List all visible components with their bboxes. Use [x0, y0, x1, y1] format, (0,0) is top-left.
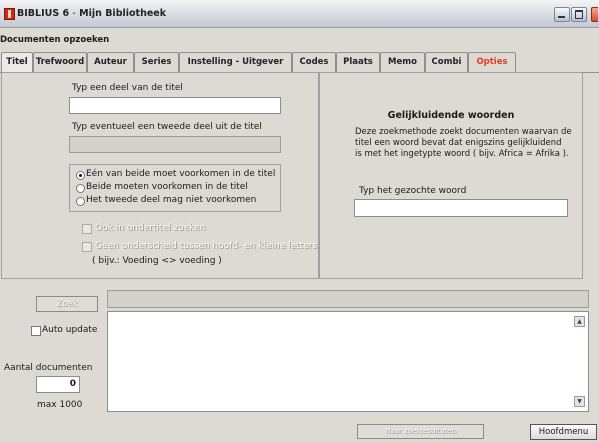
document-count-label: Aantal documenten: [4, 363, 93, 373]
title-match-options: Eén van beide moet voorkomen in de titel…: [69, 164, 281, 212]
minimize-icon[interactable]: [554, 7, 570, 22]
search-query-display: [107, 290, 589, 308]
tab-memo[interactable]: Memo: [380, 52, 425, 72]
match-both-label[interactable]: Beide moeten voorkomen in de titel: [86, 182, 248, 192]
title-separator: -: [72, 8, 76, 19]
fuzzy-description-line2: titel een woord bevat dat enigszins geli…: [355, 138, 562, 148]
case-checkbox-label: Geen onderscheid tussen hoofd- en kleine…: [95, 241, 318, 251]
case-checkbox[interactable]: [82, 242, 92, 252]
search-button[interactable]: Zoek: [36, 296, 98, 312]
app-logo-icon: [4, 8, 15, 20]
results-text-area[interactable]: ▲ ▼: [107, 311, 589, 412]
fuzzy-description-line1: Deze zoekmethode zoekt documenten waarva…: [355, 127, 572, 137]
title-part1-input[interactable]: [69, 97, 281, 114]
document-count-value: 0: [69, 379, 76, 389]
fuzzy-description-line3: is met het ingetypte woord ( bijv. Afric…: [355, 149, 569, 159]
title-part2-label: Typ eventueel een tweede deel uit de tit…: [72, 122, 262, 132]
auto-update-checkbox[interactable]: [31, 326, 41, 336]
title-part2-input[interactable]: [69, 136, 281, 153]
scroll-down-icon[interactable]: ▼: [574, 396, 585, 407]
tab-instelling-uitgever[interactable]: Instelling - Uitgever: [179, 52, 292, 72]
fuzzy-heading: Gelijkluidende woorden: [387, 110, 515, 121]
tab-opties[interactable]: Opties: [468, 52, 516, 72]
exclude-second-radio[interactable]: [76, 197, 85, 206]
subtitle-checkbox[interactable]: [82, 224, 92, 234]
match-both-radio[interactable]: [76, 184, 85, 193]
fuzzy-word-label: Typ het gezochte woord: [359, 186, 467, 196]
auto-update-label[interactable]: Auto update: [42, 325, 97, 335]
tab-plaats[interactable]: Plaats: [336, 52, 380, 72]
maximize-icon[interactable]: [571, 7, 587, 22]
fuzzy-word-input[interactable]: [354, 199, 568, 217]
document-count-field: 0: [36, 376, 80, 393]
match-either-radio[interactable]: [76, 171, 85, 180]
results-button[interactable]: Naar zoekresultaten: [357, 424, 484, 439]
tab-titel[interactable]: Titel: [1, 52, 33, 73]
tab-auteur[interactable]: Auteur: [87, 52, 134, 72]
subtitle-checkbox-label: Ook in ondertitel zoeken: [95, 223, 206, 233]
exclude-second-label[interactable]: Het tweede deel mag niet voorkomen: [86, 195, 256, 205]
tab-trefwoord[interactable]: Trefwoord: [33, 52, 87, 72]
close-icon[interactable]: [591, 7, 598, 22]
title-bar: BIBLIUS 6 - Mijn Bibliotheek: [0, 0, 599, 28]
case-example: ( bijv.: Voeding <> voeding ): [92, 256, 222, 266]
app-name: BIBLIUS 6: [17, 8, 70, 19]
max-documents-label: max 1000: [37, 400, 83, 410]
scroll-up-icon[interactable]: ▲: [574, 316, 585, 327]
title-part1-label: Typ een deel van de titel: [72, 83, 183, 93]
tab-codes[interactable]: Codes: [292, 52, 336, 72]
main-menu-button[interactable]: Hoofdmenu: [530, 424, 597, 440]
window-title: BIBLIUS 6 - Mijn Bibliotheek: [17, 8, 166, 19]
library-name: Mijn Bibliotheek: [79, 8, 167, 19]
fuzzy-search-panel: Gelijkluidende woorden Deze zoekmethode …: [319, 72, 583, 279]
tab-combi[interactable]: Combi: [425, 52, 468, 72]
tab-bar: Titel Trefwoord Auteur Series Instelling…: [0, 52, 599, 73]
section-title: Documenten opzoeken: [0, 35, 110, 45]
title-search-panel: Typ een deel van de titel Typ eventueel …: [1, 72, 319, 279]
tab-series[interactable]: Series: [134, 52, 179, 72]
match-either-label[interactable]: Eén van beide moet voorkomen in de titel: [86, 169, 275, 179]
